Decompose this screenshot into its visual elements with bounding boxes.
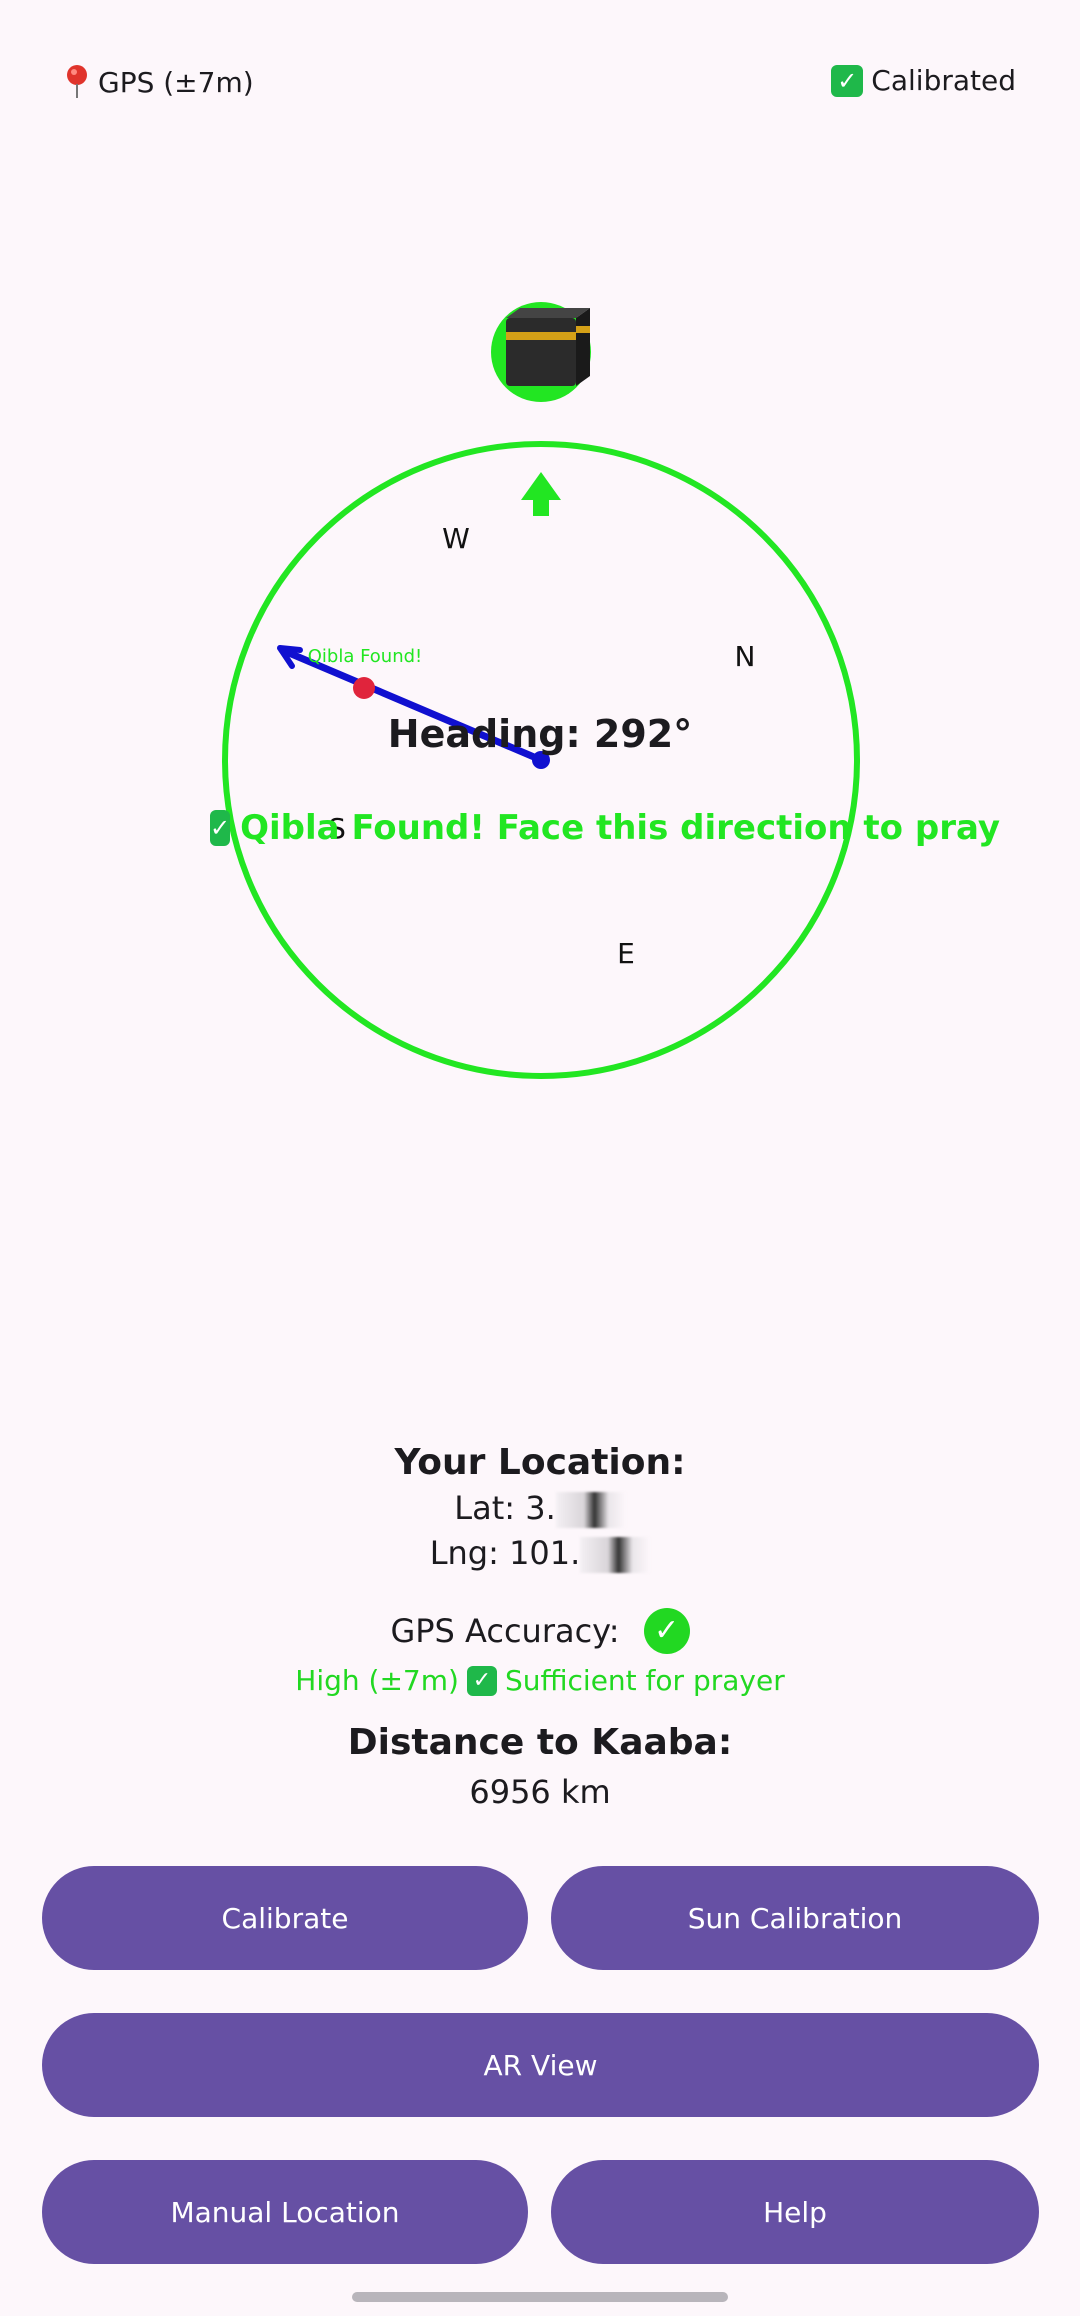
qibla-marker-label: Qibla Found!	[308, 646, 423, 667]
location-title: Your Location:	[394, 1442, 686, 1483]
help-button[interactable]: Help	[551, 2160, 1039, 2264]
gps-accuracy-sufficient: Sufficient for prayer	[504, 1664, 785, 1697]
gps-status: GPS (±7m)	[64, 64, 254, 100]
gps-accuracy-level: High (±7m)	[295, 1664, 459, 1697]
check-circle-icon: ✓	[643, 1608, 690, 1654]
check-box-icon: ✓	[466, 1665, 497, 1696]
gps-accuracy-section: GPS Accuracy: ✓ High (±7m) ✓ Sufficient …	[0, 1608, 1080, 1697]
gps-accuracy-detail: High (±7m) ✓ Sufficient for prayer	[0, 1664, 1080, 1697]
top-status-bar: GPS (±7m) ✓ Calibrated	[0, 64, 1080, 104]
calibrate-button[interactable]: Calibrate	[42, 1866, 528, 1970]
latitude-value: Lat: 3.	[454, 1489, 556, 1527]
gps-accuracy-title: GPS Accuracy:	[390, 1612, 620, 1650]
manual-location-button[interactable]: Manual Location	[42, 2160, 528, 2264]
location-pin-icon	[67, 65, 87, 98]
qibla-found-text: Qibla Found! Face this direction to pray	[240, 808, 1001, 848]
distance-value: 6956 km	[469, 1773, 611, 1811]
qibla-compass: W N S E Qibla Found!	[222, 302, 860, 1079]
distance-section: Distance to Kaaba: 6956 km	[0, 1722, 1080, 1811]
gps-accuracy-row: GPS Accuracy: ✓	[0, 1608, 1080, 1654]
ar-view-button[interactable]: AR View	[42, 2013, 1039, 2117]
distance-title: Distance to Kaaba:	[347, 1722, 733, 1763]
direction-west: W	[442, 522, 470, 555]
redacted-digits	[580, 1537, 651, 1573]
qibla-found-message: ✓ Qibla Found! Face this direction to pr…	[210, 808, 1000, 848]
kaaba-icon	[491, 302, 591, 402]
up-arrow-icon	[521, 472, 561, 516]
check-box-icon: ✓	[210, 810, 231, 846]
sun-calibration-button[interactable]: Sun Calibration	[551, 1866, 1039, 1970]
calibration-status-label: Calibrated	[871, 64, 1016, 97]
check-box-icon: ✓	[831, 64, 864, 97]
heading-readout: Heading: 292°	[387, 712, 693, 756]
direction-east: E	[617, 937, 635, 970]
gps-status-label: GPS (±7m)	[98, 65, 254, 99]
home-indicator[interactable]	[352, 2292, 728, 2302]
longitude-value: Lng: 101.	[429, 1534, 581, 1572]
calibration-status: ✓ Calibrated	[831, 64, 1016, 97]
longitude-row: Lng: 101.	[0, 1534, 1080, 1573]
redacted-digits	[555, 1492, 626, 1528]
direction-north: N	[735, 640, 756, 673]
location-section: Your Location: Lat: 3. Lng: 101.	[0, 1442, 1080, 1573]
latitude-row: Lat: 3.	[0, 1489, 1080, 1528]
